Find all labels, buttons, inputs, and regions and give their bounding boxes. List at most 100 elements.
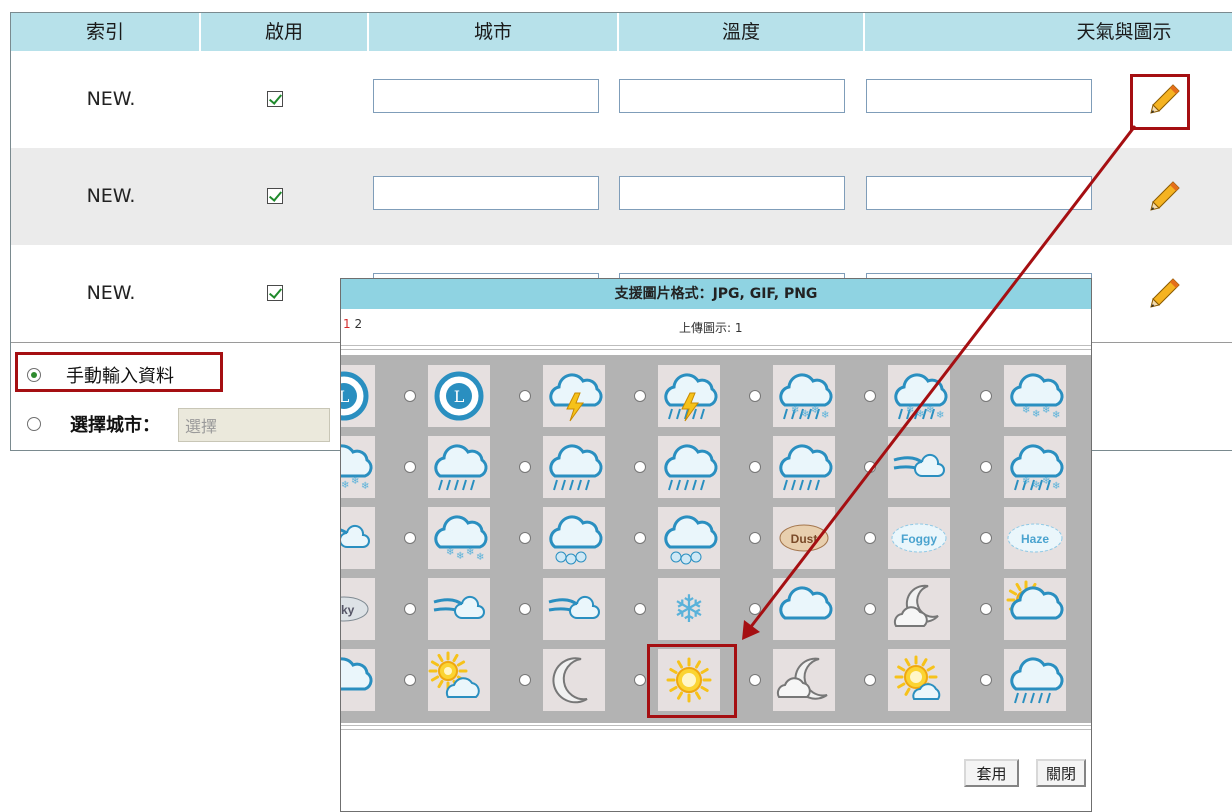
haze-icon: Haze [1007,523,1063,553]
icon-radio[interactable] [864,532,876,544]
icon-tile[interactable] [543,507,605,569]
icon-radio[interactable] [749,532,761,544]
icon-radio[interactable] [404,461,416,473]
icon-radio[interactable] [634,603,646,615]
icon-tile[interactable]: ❄❄❄❄ [1004,436,1066,498]
svg-text:❄: ❄ [1052,481,1060,492]
icon-radio[interactable] [634,390,646,402]
icon-tile[interactable]: ❄❄❄❄ [428,507,490,569]
icon-tile[interactable] [1004,649,1066,711]
header-weather-icon: 天氣與圖示 [863,13,1232,51]
icon-tile[interactable]: ❄❄❄❄ [888,365,950,427]
dialog-title: 支援圖片格式：JPG, GIF, PNG [341,279,1091,309]
icon-tile[interactable]: Foggy [888,507,950,569]
icon-radio[interactable] [519,461,531,473]
icon-radio[interactable] [980,603,992,615]
icon-radio[interactable] [404,390,416,402]
svg-text:❄: ❄ [1032,409,1040,420]
icon-tile[interactable] [888,578,950,640]
icon-radio[interactable] [634,674,646,686]
icon-radio[interactable] [519,532,531,544]
icon-tile[interactable] [658,507,720,569]
icon-tile[interactable] [773,436,835,498]
icon-radio[interactable] [980,674,992,686]
icon-tile[interactable] [658,365,720,427]
icon-tile[interactable] [888,649,950,711]
enable-checkbox[interactable] [267,188,283,204]
icon-radio[interactable] [519,674,531,686]
icon-tile[interactable] [543,578,605,640]
icon-tile[interactable] [543,649,605,711]
icon-tile[interactable] [341,649,375,711]
edit-pencil-icon[interactable] [1146,275,1182,311]
icon-tile[interactable]: ❄❄❄❄ [1004,365,1066,427]
city-input[interactable] [373,176,599,210]
icon-tile[interactable] [341,507,375,569]
icon-tile[interactable] [658,436,720,498]
icon-radio[interactable] [864,390,876,402]
svg-text:❄: ❄ [821,410,829,421]
thunderstorm-icon [549,373,603,422]
temperature-input[interactable] [619,79,845,113]
enable-checkbox[interactable] [267,285,283,301]
icon-radio[interactable] [404,603,416,615]
icon-tile[interactable]: ❄❄❄❄ [773,365,835,427]
icon-tile[interactable] [543,365,605,427]
apply-button[interactable]: 套用 [964,759,1019,787]
svg-text:❄: ❄ [466,547,474,558]
icon-radio[interactable] [749,461,761,473]
icon-tile[interactable]: ❄❄❄❄ [341,436,375,498]
icon-radio[interactable] [749,674,761,686]
icon-radio[interactable] [980,532,992,544]
icon-radio[interactable] [634,461,646,473]
header-city: 城市 [367,13,617,51]
icon-radio[interactable] [980,390,992,402]
icon-tile[interactable] [1004,578,1066,640]
select-city-radio[interactable] [27,417,41,431]
icon-radio[interactable] [864,603,876,615]
icon-tile[interactable] [773,649,835,711]
weather-input[interactable] [866,176,1092,210]
icon-tile[interactable] [428,578,490,640]
heavy-rain-icon [549,444,603,491]
icon-radio[interactable] [404,532,416,544]
icon-radio[interactable] [864,674,876,686]
svg-text:❄: ❄ [801,409,809,420]
city-input[interactable] [373,79,599,113]
icon-tile[interactable] [543,436,605,498]
page-1-link[interactable]: 1 [343,317,351,331]
table-row: NEW. [11,51,1232,148]
edit-pencil-icon[interactable] [1146,178,1182,214]
header-temperature: 溫度 [617,13,863,51]
icon-tile[interactable]: ❄ [658,578,720,640]
icon-tile[interactable]: oky [341,578,375,640]
icon-radio[interactable] [749,603,761,615]
icon-tile[interactable] [773,578,835,640]
storm-icon [1010,657,1064,704]
icon-tile[interactable] [428,649,490,711]
icon-radio[interactable] [749,390,761,402]
icon-tile[interactable]: L [341,365,375,427]
enable-checkbox[interactable] [267,91,283,107]
icon-radio[interactable] [980,461,992,473]
city-select[interactable]: 選擇 [178,408,330,442]
icon-tile[interactable]: Dust [773,507,835,569]
icon-radio[interactable] [519,603,531,615]
weather-input[interactable] [866,79,1092,113]
pagination: 1 2 [343,317,362,331]
icon-tile[interactable]: Haze [1004,507,1066,569]
icon-tile[interactable] [888,436,950,498]
icon-radio[interactable] [404,674,416,686]
cloudy-icon [779,586,833,620]
close-button[interactable]: 關閉 [1036,759,1086,787]
icon-radio[interactable] [864,461,876,473]
svg-text:Dust: Dust [791,532,818,546]
svg-text:❄: ❄ [811,405,819,416]
icon-radio[interactable] [634,532,646,544]
icon-tile[interactable] [428,436,490,498]
icon-radio[interactable] [519,390,531,402]
temperature-input[interactable] [619,176,845,210]
icon-tile[interactable]: L [428,365,490,427]
page-2-link[interactable]: 2 [354,317,362,331]
wind-icon [433,595,485,619]
